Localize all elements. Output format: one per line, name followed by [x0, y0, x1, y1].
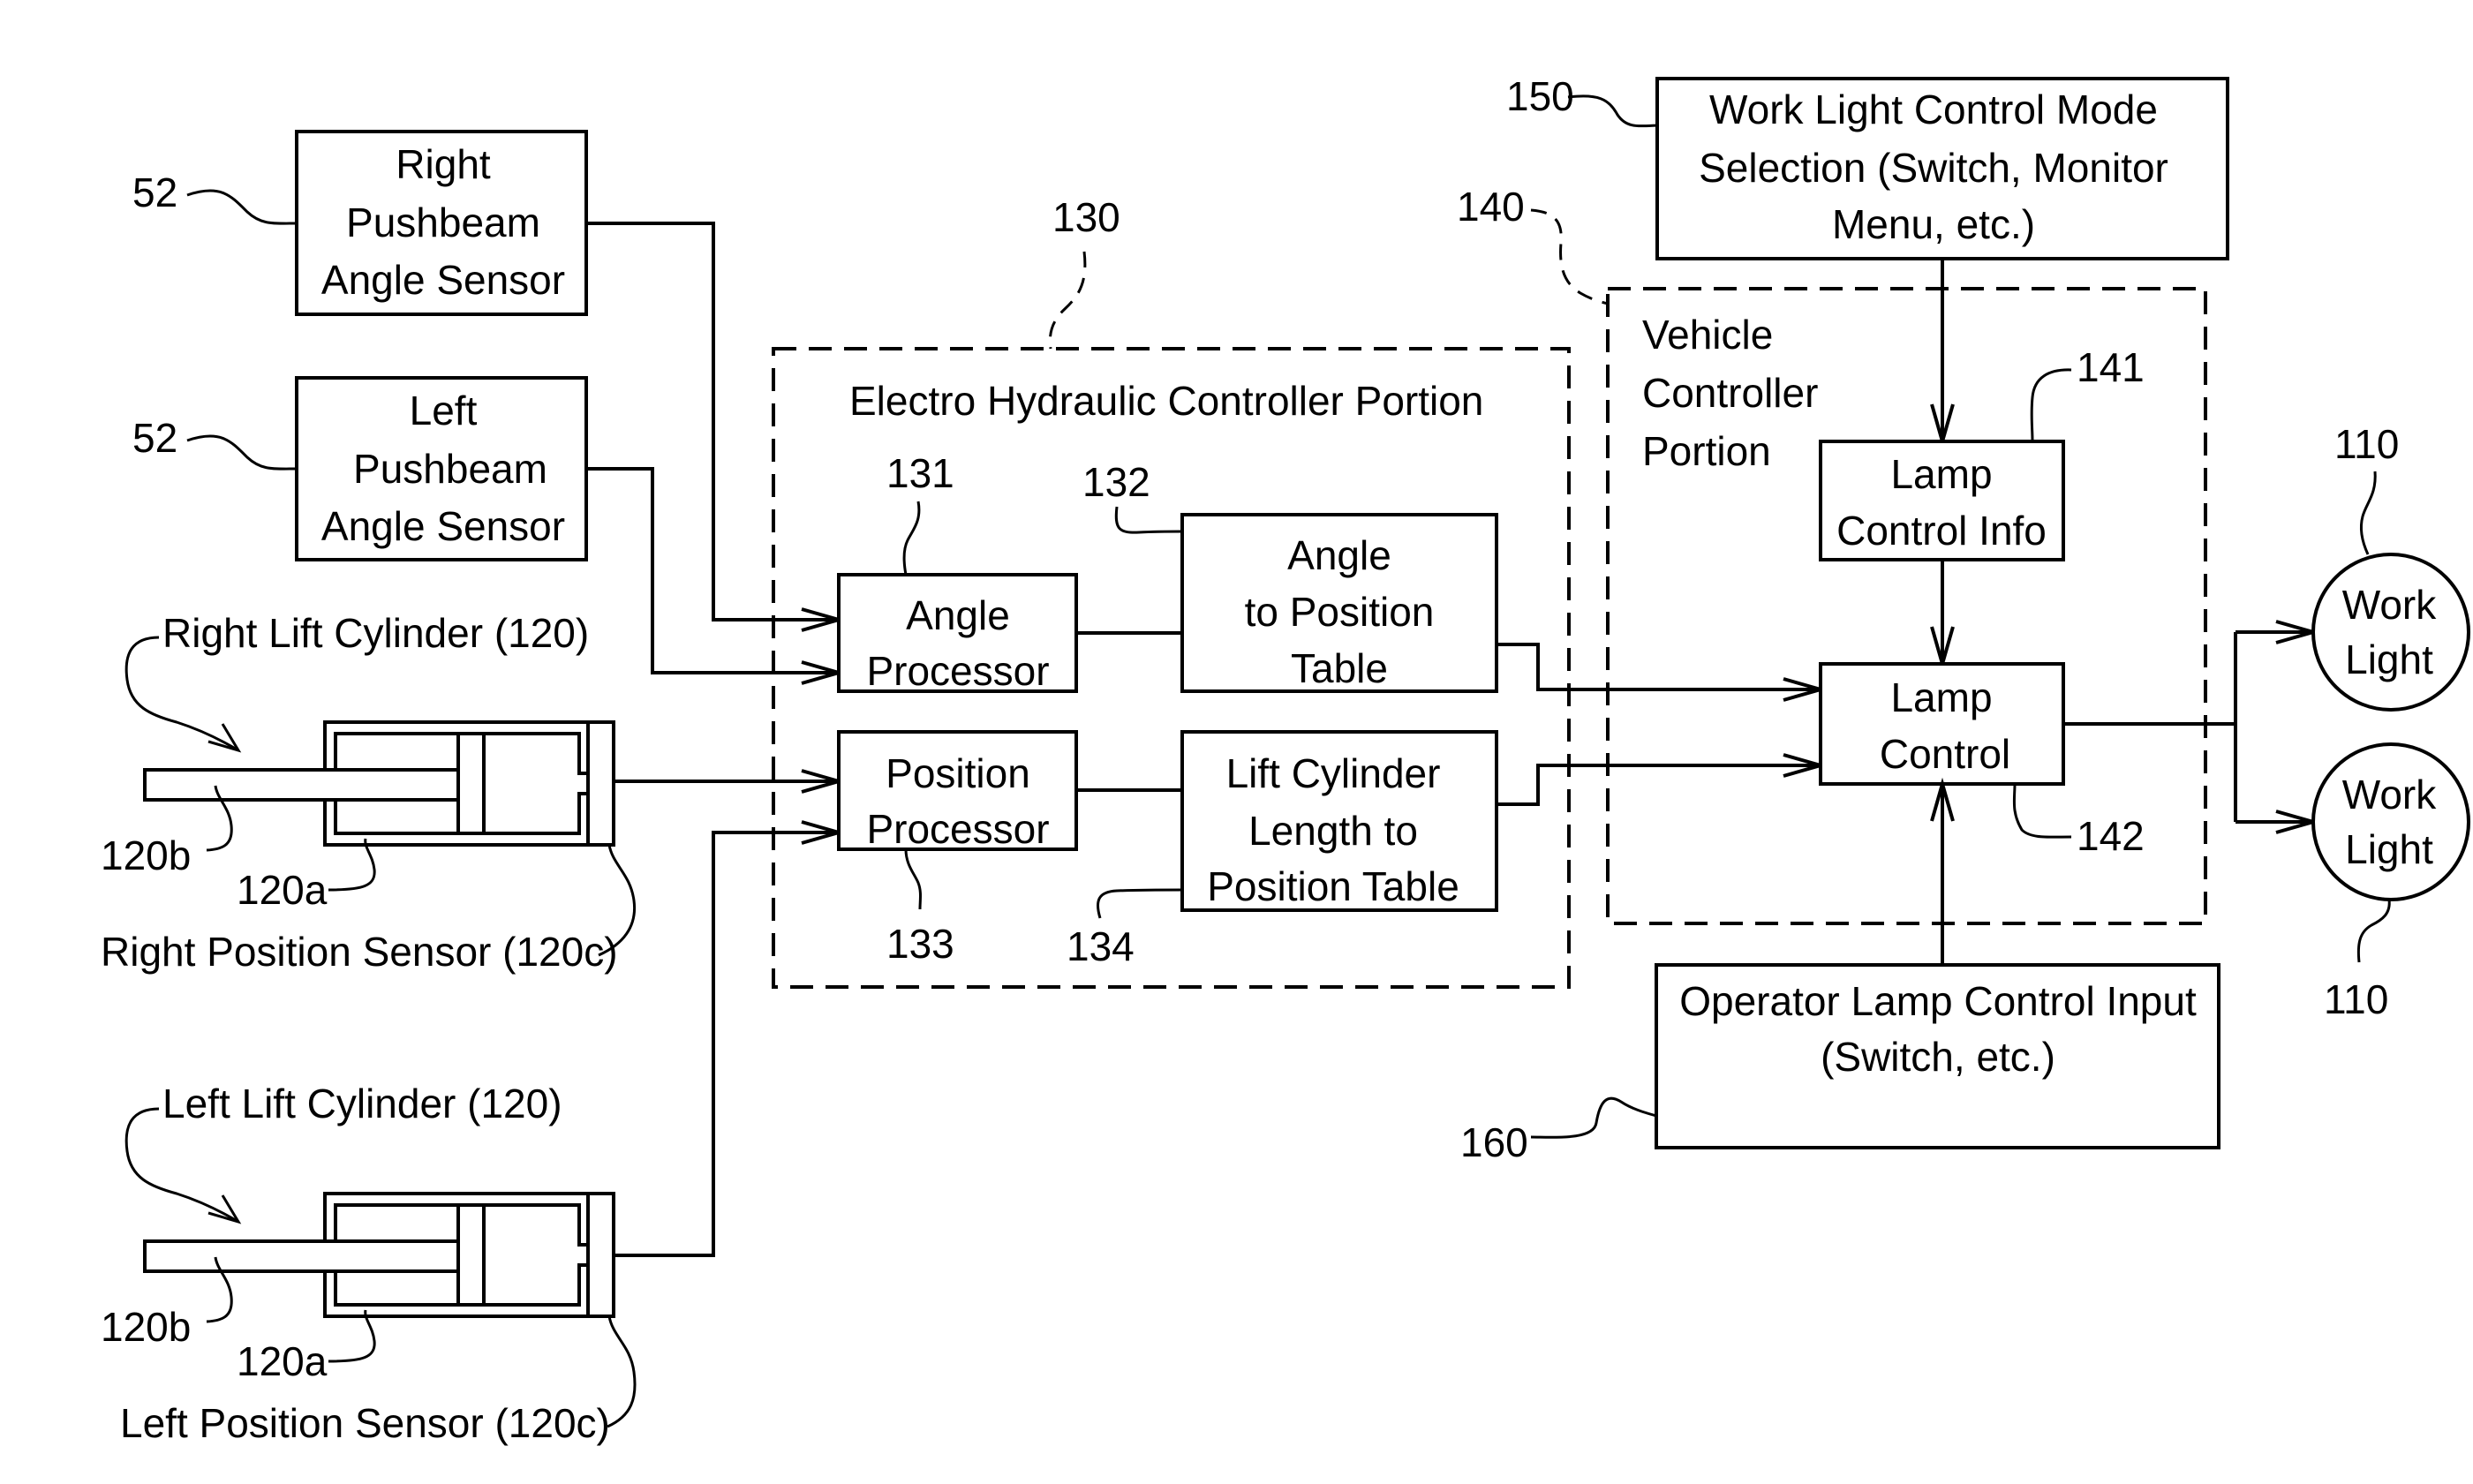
vehicle-controller-leader	[1530, 208, 1609, 305]
left-pushbeam-line-1: Left	[410, 388, 478, 433]
vehicle-controller-title-1: Vehicle	[1642, 312, 1773, 358]
mode-selection-ref: 150	[1506, 73, 1574, 119]
angle-processor-line-2: Processor	[866, 648, 1049, 694]
mode-selection-line-3: Menu, etc.)	[1832, 201, 2035, 247]
work-light-1-circle	[2311, 553, 2470, 712]
mode-selection-line-1: Work Light Control Mode	[1709, 87, 2158, 132]
left-lift-cylinder: Left Lift Cylinder (120) 120b 120a Left …	[101, 1081, 637, 1446]
angle-table-leader	[1114, 506, 1183, 534]
angle-table-line-2: to Position	[1245, 589, 1435, 635]
work-light-2-circle	[2311, 742, 2470, 901]
right-cylinder-piston	[456, 732, 486, 835]
right-lift-cylinder: Right Lift Cylinder (120) 120b 120a Righ…	[101, 610, 637, 975]
lamp-info-leader	[2030, 368, 2072, 442]
position-processor-line-2: Processor	[866, 806, 1049, 852]
block-diagram: Right Pushbeam Angle Sensor 52 Left Push…	[101, 73, 2470, 1446]
right-pushbeam-line-3: Angle Sensor	[321, 257, 565, 303]
right-cylinder-title: Right Lift Cylinder (120)	[162, 610, 589, 656]
position-processor-line-1: Position	[886, 750, 1030, 796]
eh-to-lamp-wiring	[1497, 643, 1828, 806]
right-pushbeam-line-1: Right	[396, 141, 491, 187]
right-rod-ref: 120b	[101, 832, 191, 878]
left-pushbeam-ref: 52	[132, 415, 177, 461]
work-light-1-ref: 110	[2334, 421, 2399, 467]
right-position-sensor-label: Right Position Sensor (120c)	[101, 929, 618, 975]
work-light-1-line-2: Light	[2345, 637, 2433, 682]
work-light-2: Work Light 110	[2311, 742, 2470, 1022]
lamp-info-line-1: Lamp	[1890, 451, 1992, 497]
left-barrel-ref: 120a	[237, 1338, 328, 1384]
left-cylinder-title: Left Lift Cylinder (120)	[162, 1081, 562, 1126]
lamp-control-line-1: Lamp	[1890, 674, 1992, 720]
lamp-info-line-2: Control Info	[1836, 508, 2047, 554]
output-wiring	[2063, 620, 2320, 834]
work-light-2-line-2: Light	[2345, 826, 2433, 872]
left-cylinder-piston	[456, 1203, 486, 1307]
length-table-line-2: Length to	[1248, 808, 1418, 854]
input-wiring	[586, 222, 846, 1257]
wire-left-cylinder-to-position-processor	[614, 831, 839, 1257]
position-processor-leader	[904, 848, 922, 910]
work-light-2-leader	[2356, 899, 2391, 963]
right-barrel-ref: 120a	[237, 867, 328, 913]
mode-selection-leader	[1567, 94, 1658, 128]
right-pushbeam-leader	[186, 189, 298, 225]
lamp-control-ref: 142	[2077, 813, 2145, 859]
wire-right-pushbeam-to-angle-processor	[586, 222, 839, 621]
left-cylinder-rod	[143, 1239, 460, 1273]
left-rod-ref: 120b	[101, 1304, 191, 1350]
work-light-1: Work Light 110	[2311, 421, 2470, 712]
length-table-line-1: Lift Cylinder	[1226, 750, 1441, 796]
vehicle-controller-title-3: Portion	[1642, 428, 1771, 474]
right-sensor-port-gap	[576, 775, 586, 792]
work-light-1-leader	[2359, 471, 2377, 555]
left-sensor-leader	[607, 1315, 637, 1428]
operator-input-line-2: (Switch, etc.)	[1821, 1034, 2055, 1080]
eh-controller-portion: 130 Electro Hydraulic Controller Portion…	[772, 194, 1571, 989]
mode-selection-line-2: Selection (Switch, Monitor	[1699, 145, 2168, 191]
position-processor-ref: 133	[886, 921, 954, 967]
operator-input-ref: 160	[1460, 1119, 1528, 1165]
angle-processor-leader	[902, 501, 921, 576]
angle-processor-line-1: Angle	[906, 592, 1010, 638]
left-pushbeam-line-2: Pushbeam	[353, 446, 547, 492]
vehicle-controller-title-2: Controller	[1642, 370, 1818, 416]
wire-angle-table-to-lamp-control	[1497, 643, 1821, 691]
right-pushbeam-ref: 52	[132, 169, 177, 215]
left-pushbeam-leader	[186, 434, 298, 471]
eh-controller-leader	[1048, 251, 1087, 350]
eh-controller-ref: 130	[1052, 194, 1120, 240]
angle-table-line-3: Table	[1291, 645, 1388, 691]
left-sensor-port-gap	[576, 1247, 586, 1263]
lamp-control-leader	[2012, 783, 2072, 839]
length-table-ref: 134	[1067, 923, 1135, 969]
operator-input-line-1: Operator Lamp Control Input	[1679, 978, 2197, 1024]
eh-controller-title: Electro Hydraulic Controller Portion	[849, 378, 1483, 424]
lamp-info-ref: 141	[2077, 344, 2145, 390]
length-table-leader	[1096, 888, 1183, 919]
wire-length-table-to-lamp-control	[1497, 764, 1821, 806]
right-cylinder-rod	[143, 768, 460, 802]
work-light-2-ref: 110	[2324, 976, 2388, 1022]
work-light-1-line-1: Work	[2342, 582, 2437, 628]
operator-input-leader	[1530, 1096, 1657, 1139]
right-pushbeam-line-2: Pushbeam	[346, 200, 540, 245]
angle-table-line-1: Angle	[1287, 532, 1391, 578]
left-position-sensor-label: Left Position Sensor (120c)	[120, 1400, 610, 1446]
vehicle-controller-ref: 140	[1457, 184, 1525, 230]
right-pushbeam-angle-sensor: Right Pushbeam Angle Sensor 52	[132, 130, 588, 316]
angle-processor-ref: 131	[886, 450, 954, 496]
left-pushbeam-line-3: Angle Sensor	[321, 503, 565, 549]
lamp-control-line-2: Control	[1880, 731, 2010, 777]
length-table-line-3: Position Table	[1207, 863, 1459, 909]
angle-table-ref: 132	[1082, 459, 1150, 505]
work-light-2-line-1: Work	[2342, 772, 2437, 817]
left-pushbeam-angle-sensor: Left Pushbeam Angle Sensor 52	[132, 376, 588, 561]
